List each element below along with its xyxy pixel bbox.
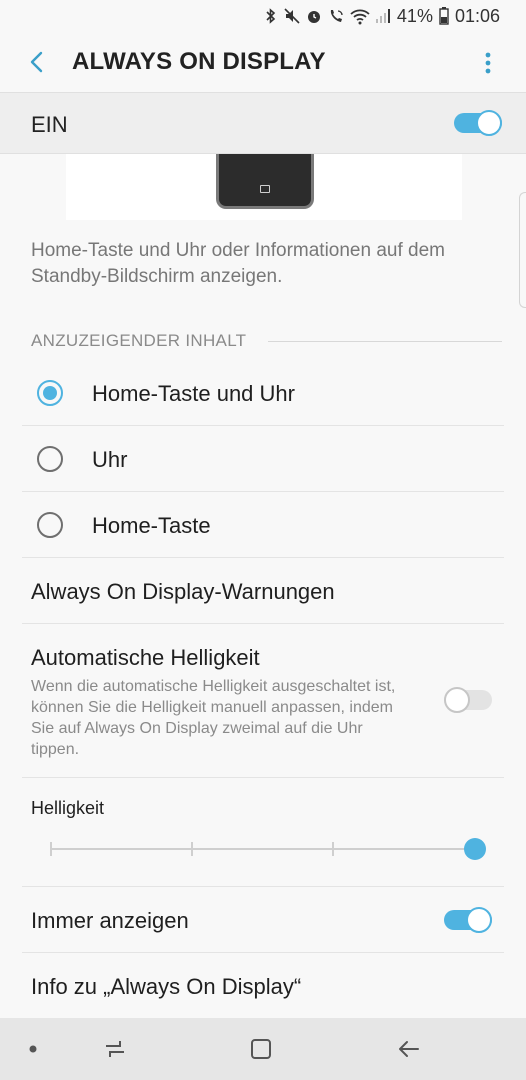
status-icons — [263, 7, 391, 25]
toggle-thumb — [444, 687, 470, 713]
info-title: Info zu „Always On Display“ — [31, 974, 302, 999]
wifi-icon — [350, 9, 370, 25]
radio-option-home-taste-und-uhr[interactable]: Home-Taste und Uhr — [22, 360, 504, 426]
home-icon — [251, 1039, 271, 1059]
home-button[interactable] — [244, 1032, 278, 1066]
auto-brightness-toggle[interactable] — [444, 687, 492, 713]
always-show-toggle[interactable] — [444, 907, 492, 933]
section-divider — [268, 341, 502, 342]
recents-icon — [106, 1041, 124, 1057]
back-arrow-icon — [30, 51, 43, 73]
toggle-thumb — [476, 110, 502, 136]
brightness-row: Helligkeit — [22, 778, 504, 887]
recents-button[interactable] — [98, 1032, 132, 1066]
dot-icon — [29, 1045, 37, 1053]
section-header-content: ANZUZEIGENDER INHALT — [31, 331, 247, 350]
master-switch-toggle[interactable] — [454, 110, 502, 136]
auto-brightness-title: Automatische Helligkeit — [31, 645, 260, 670]
back-icon — [399, 1041, 419, 1057]
radio-label: Home-Taste und Uhr — [92, 381, 295, 406]
description-text: Home-Taste und Uhr oder Informationen au… — [31, 240, 445, 287]
more-vert-icon — [485, 52, 491, 74]
radio-label: Uhr — [92, 447, 128, 472]
radio-label: Home-Taste — [92, 513, 211, 538]
auto-brightness-row[interactable]: Automatische Helligkeit Wenn die automat… — [22, 624, 504, 778]
phone-illustration — [216, 154, 314, 209]
radio-option-uhr[interactable]: Uhr — [22, 426, 504, 492]
brightness-slider-thumb[interactable] — [464, 838, 486, 860]
app-bar: ALWAYS ON DISPLAY — [0, 32, 526, 92]
radio-button[interactable] — [37, 512, 63, 538]
warnings-title: Always On Display-Warnungen — [31, 579, 335, 604]
scroll-indicator[interactable] — [519, 192, 526, 308]
brightness-slider-track[interactable] — [50, 848, 476, 850]
slider-tick — [332, 842, 334, 856]
nav-back-button[interactable] — [392, 1032, 426, 1066]
page-title: ALWAYS ON DISPLAY — [72, 48, 326, 75]
alarm-icon — [307, 11, 320, 23]
always-show-title: Immer anzeigen — [31, 908, 189, 933]
mute-icon — [284, 8, 300, 24]
slider-tick — [191, 842, 193, 856]
toggle-thumb — [466, 907, 492, 933]
bluetooth-icon — [266, 8, 276, 24]
back-button[interactable] — [20, 46, 52, 78]
status-time: 01:06 — [454, 5, 500, 26]
radio-button[interactable] — [37, 446, 63, 472]
navigation-bar — [0, 1018, 526, 1080]
battery-icon — [439, 7, 449, 25]
more-options-button[interactable] — [478, 48, 498, 78]
master-switch-row[interactable]: EIN — [0, 92, 526, 154]
auto-brightness-summary: Wenn die automatische Helligkeit ausgesc… — [31, 678, 396, 758]
slider-tick — [50, 842, 52, 856]
brightness-label: Helligkeit — [31, 798, 105, 818]
status-bar: 41% 01:06 — [0, 0, 526, 32]
wifi-call-icon — [330, 10, 343, 22]
home-button-illustration — [260, 185, 270, 193]
battery-percent: 41% — [396, 5, 433, 26]
warnings-row[interactable]: Always On Display-Warnungen — [22, 558, 504, 624]
nav-dot-button[interactable] — [16, 1032, 50, 1066]
signal-icon — [375, 9, 390, 23]
info-row[interactable]: Info zu „Always On Display“ — [22, 953, 504, 1019]
always-show-row[interactable]: Immer anzeigen — [22, 887, 504, 953]
radio-option-home-taste[interactable]: Home-Taste — [22, 492, 504, 558]
radio-button-checked[interactable] — [37, 380, 63, 406]
master-switch-label: EIN — [31, 112, 68, 137]
preview-image — [66, 154, 462, 220]
